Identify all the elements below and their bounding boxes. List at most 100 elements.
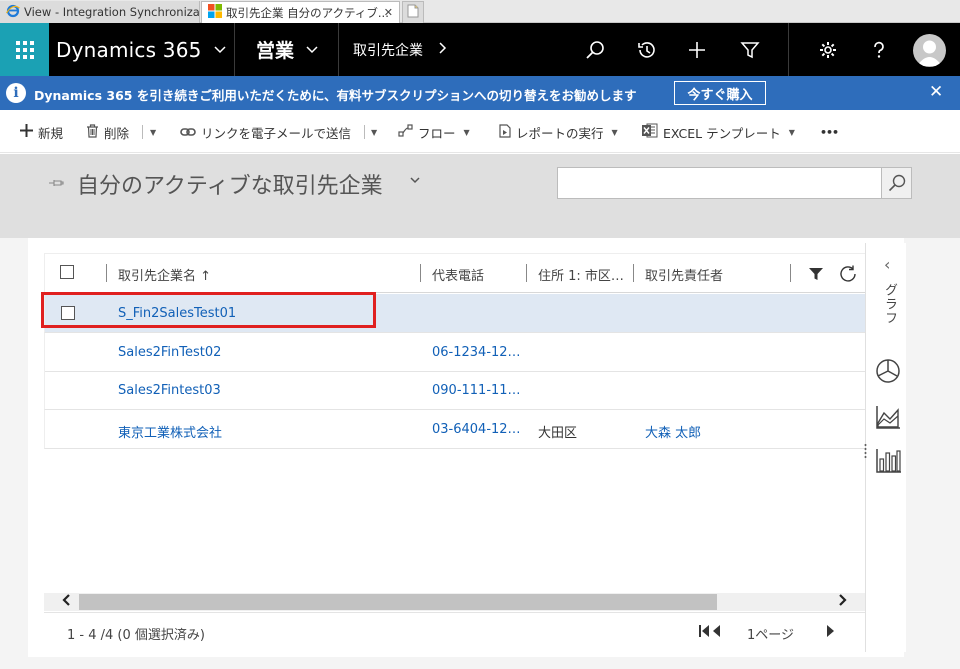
refresh-icon[interactable] — [839, 265, 857, 287]
history-icon — [638, 42, 655, 58]
new-tab-button[interactable] — [402, 1, 424, 23]
quick-create-button[interactable] — [685, 38, 709, 62]
resize-handle[interactable] — [864, 443, 867, 459]
excel-label: EXCEL テンプレート — [663, 125, 781, 141]
report-label: レポートの実行 — [516, 125, 604, 141]
account-name-link[interactable]: 東京工業株式会社 — [118, 422, 222, 441]
command-bar: 新規 削除 ▼ リンクを電子メールで送信 ▼ フロー ▼ レポートの実行 ▼ E… — [0, 110, 960, 153]
browser-tab-label: View - Integration Synchroniza... — [24, 5, 200, 19]
entity-name: 取引先企業 — [353, 42, 423, 59]
gear-icon — [820, 42, 836, 58]
banner-message: Dynamics 365 を引き続きご利用いただくために、有料サブスクリプション… — [34, 88, 637, 103]
app-switcher[interactable]: Dynamics 365 — [56, 23, 226, 76]
advanced-find-button[interactable] — [738, 38, 762, 62]
city-cell: 大田区 — [538, 426, 578, 441]
nav-divider — [338, 23, 339, 76]
excel-template-button[interactable]: EXCEL テンプレート ▼ — [642, 123, 795, 141]
table-row[interactable]: Sales2FinTest02 06-1234-12… — [44, 333, 865, 372]
delete-dropdown[interactable]: ▼ — [150, 123, 156, 141]
next-page-icon[interactable] — [825, 624, 835, 642]
column-separator[interactable] — [106, 264, 107, 282]
help-icon — [874, 41, 884, 58]
new-tab-icon — [406, 4, 420, 21]
horizontal-scrollbar[interactable] — [44, 593, 865, 611]
phone-link[interactable]: 06-1234-12… — [432, 345, 521, 360]
flow-button[interactable]: フロー ▼ — [398, 123, 470, 141]
phone-link[interactable]: 03-6404-12… — [432, 422, 521, 437]
chevron-down-icon: ▼ — [788, 127, 795, 137]
view-chevron-down-icon[interactable] — [410, 176, 420, 187]
column-separator[interactable] — [790, 264, 791, 282]
flow-label: フロー — [418, 125, 456, 141]
scroll-left-icon[interactable] — [61, 593, 71, 610]
view-header: 自分のアクティブな取引先企業 — [0, 154, 960, 238]
info-icon: i — [6, 83, 26, 103]
scroll-right-icon[interactable] — [838, 593, 848, 610]
recent-button[interactable] — [634, 38, 658, 62]
chevron-down-icon — [214, 42, 226, 58]
new-button[interactable]: 新規 — [20, 123, 63, 141]
search-input[interactable] — [557, 167, 882, 199]
settings-button[interactable] — [816, 38, 840, 62]
highlight-box — [41, 292, 376, 328]
column-separator[interactable] — [633, 264, 634, 282]
browser-tab-integration[interactable]: View - Integration Synchroniza... — [0, 1, 200, 23]
page-margin — [912, 238, 960, 669]
column-header-contact[interactable]: 取引先責任者 — [645, 265, 723, 284]
app-launcher-button[interactable] — [0, 23, 49, 76]
area-switcher[interactable]: 営業 — [256, 23, 318, 76]
buy-now-button[interactable]: 今すぐ購入 — [674, 81, 766, 105]
bar-chart-icon[interactable] — [874, 447, 902, 475]
email-link-button[interactable]: リンクを電子メールで送信 — [180, 123, 351, 141]
email-link-dropdown[interactable]: ▼ — [371, 123, 377, 141]
app-name: Dynamics 365 — [56, 37, 202, 62]
close-icon[interactable]: ✕ — [929, 82, 943, 102]
column-separator[interactable] — [526, 264, 527, 282]
scrollbar-thumb[interactable] — [79, 594, 717, 610]
chart-pane-label[interactable]: グラフ — [880, 283, 899, 325]
contact-link[interactable]: 大森 太郎 — [645, 422, 701, 441]
view-title[interactable]: 自分のアクティブな取引先企業 — [77, 168, 383, 200]
pie-chart-icon[interactable] — [874, 357, 902, 385]
table-row[interactable]: Sales2Fintest03 090-111-11… — [44, 371, 865, 410]
command-separator — [364, 125, 365, 139]
entity-nav[interactable]: 取引先企業 — [353, 23, 447, 76]
grid-footer: 1 - 4 /4 (0 個選択済み) 1ページ — [44, 612, 865, 652]
filter-icon[interactable] — [808, 266, 824, 286]
nav-divider — [234, 23, 235, 76]
user-avatar[interactable] — [913, 34, 946, 67]
search-submit-button[interactable] — [881, 167, 912, 199]
browser-tab-label: 取引先企業 自分のアクティブ... — [226, 5, 389, 20]
column-header-city[interactable]: 住所 1: 市区… — [538, 265, 624, 284]
collapse-chevron-icon[interactable]: ‹ — [884, 255, 890, 274]
search-button[interactable] — [583, 38, 607, 62]
column-header-phone[interactable]: 代表電話 — [432, 265, 484, 284]
chevron-down-icon: ▼ — [371, 127, 378, 137]
page-indicator: 1ページ — [747, 628, 795, 643]
close-tab-icon[interactable]: ✕ — [384, 6, 393, 19]
phone-link[interactable]: 090-111-11… — [432, 383, 521, 398]
help-button[interactable] — [867, 38, 891, 62]
pin-icon[interactable] — [48, 177, 64, 191]
more-commands-button[interactable]: ••• — [820, 123, 839, 141]
top-nav-bar: Dynamics 365 営業 取引先企業 — [0, 23, 960, 76]
chevron-down-icon: ▼ — [463, 127, 470, 137]
grid-header: 取引先企業名 ↑ 代表電話 住所 1: 市区… 取引先責任者 — [44, 253, 865, 293]
plus-icon — [20, 124, 33, 140]
nav-divider — [788, 23, 789, 76]
chevron-down-icon: ▼ — [611, 127, 618, 137]
browser-tab-accounts[interactable]: 取引先企業 自分のアクティブ... ✕ — [201, 1, 400, 23]
column-separator[interactable] — [420, 264, 421, 282]
table-row[interactable]: 東京工業株式会社 03-6404-12… 大田区 大森 太郎 — [44, 410, 865, 449]
user-icon — [917, 40, 942, 66]
account-name-link[interactable]: Sales2Fintest03 — [118, 383, 221, 398]
select-all-checkbox[interactable] — [60, 265, 74, 279]
first-page-icon[interactable] — [698, 624, 722, 642]
account-name-link[interactable]: Sales2FinTest02 — [118, 345, 221, 360]
link-icon — [180, 125, 196, 140]
column-header-account-name[interactable]: 取引先企業名 ↑ — [118, 265, 211, 284]
run-report-button[interactable]: レポートの実行 ▼ — [499, 123, 618, 141]
delete-button[interactable]: 削除 — [86, 123, 129, 141]
area-chart-icon[interactable] — [874, 403, 902, 431]
ie-icon — [5, 4, 20, 21]
